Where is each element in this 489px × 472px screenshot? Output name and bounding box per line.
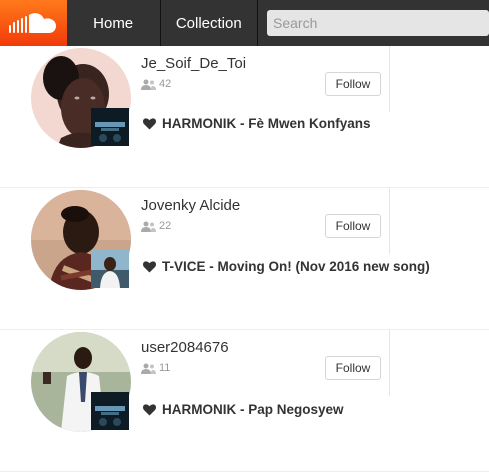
- divider: [389, 46, 390, 112]
- track-artwork-image: [91, 108, 129, 146]
- follow-button[interactable]: Follow: [325, 72, 381, 96]
- nav-home[interactable]: Home: [67, 0, 161, 46]
- user-list-item: Je_Soif_De_Toi 42 Follow HARMONIK - Fè M…: [0, 46, 489, 188]
- username-link[interactable]: Jovenky Alcide: [141, 197, 240, 214]
- nav-home-label: Home: [93, 14, 134, 32]
- search-container: [258, 0, 489, 46]
- track-artwork[interactable]: [91, 392, 129, 430]
- follower-count: 11: [141, 362, 170, 374]
- track-artwork[interactable]: [91, 250, 129, 288]
- follow-button-label: Follow: [335, 361, 371, 375]
- liked-track-title: HARMONIK - Pap Negosyew: [162, 402, 344, 417]
- user-list: Je_Soif_De_Toi 42 Follow HARMONIK - Fè M…: [0, 46, 489, 472]
- user-list-item: user2084676 11 Follow HARMONIK - Pap Neg…: [0, 330, 489, 472]
- liked-track[interactable]: HARMONIK - Pap Negosyew: [143, 402, 344, 417]
- follow-button[interactable]: Follow: [325, 214, 381, 238]
- follow-button-label: Follow: [335, 219, 371, 233]
- follower-count: 42: [141, 78, 171, 90]
- soundcloud-cloud-icon: [9, 13, 57, 33]
- nav-collection[interactable]: Collection: [161, 0, 258, 46]
- follower-count-value: 22: [159, 220, 172, 232]
- follow-button[interactable]: Follow: [325, 356, 381, 380]
- track-artwork[interactable]: [91, 108, 129, 146]
- liked-track-title: HARMONIK - Fè Mwen Konfyans: [162, 116, 371, 131]
- nav-collection-label: Collection: [175, 14, 242, 32]
- heart-icon: [143, 403, 156, 415]
- follower-count-value: 42: [159, 78, 172, 90]
- track-artwork-image: [91, 392, 129, 430]
- followers-icon: [141, 79, 156, 90]
- liked-track-title: T-VICE - Moving On! (Nov 2016 new song): [162, 259, 430, 274]
- liked-track[interactable]: HARMONIK - Fè Mwen Konfyans: [143, 116, 371, 131]
- divider: [389, 188, 390, 254]
- username-link[interactable]: user2084676: [141, 339, 229, 356]
- search-input[interactable]: [267, 10, 489, 36]
- user-list-item: Jovenky Alcide 22 Follow T-VICE - Moving…: [0, 188, 489, 330]
- track-artwork-image: [91, 250, 129, 288]
- divider: [389, 330, 390, 396]
- heart-icon: [143, 260, 156, 272]
- username-link[interactable]: Je_Soif_De_Toi: [141, 55, 246, 72]
- followers-icon: [141, 363, 156, 374]
- followers-icon: [141, 221, 156, 232]
- heart-icon: [143, 117, 156, 129]
- top-nav-bar: Home Collection: [0, 0, 489, 46]
- follower-count-value: 11: [159, 362, 171, 374]
- liked-track[interactable]: T-VICE - Moving On! (Nov 2016 new song): [143, 259, 430, 274]
- follower-count: 22: [141, 220, 171, 232]
- follow-button-label: Follow: [335, 77, 371, 91]
- soundcloud-logo[interactable]: [0, 0, 67, 46]
